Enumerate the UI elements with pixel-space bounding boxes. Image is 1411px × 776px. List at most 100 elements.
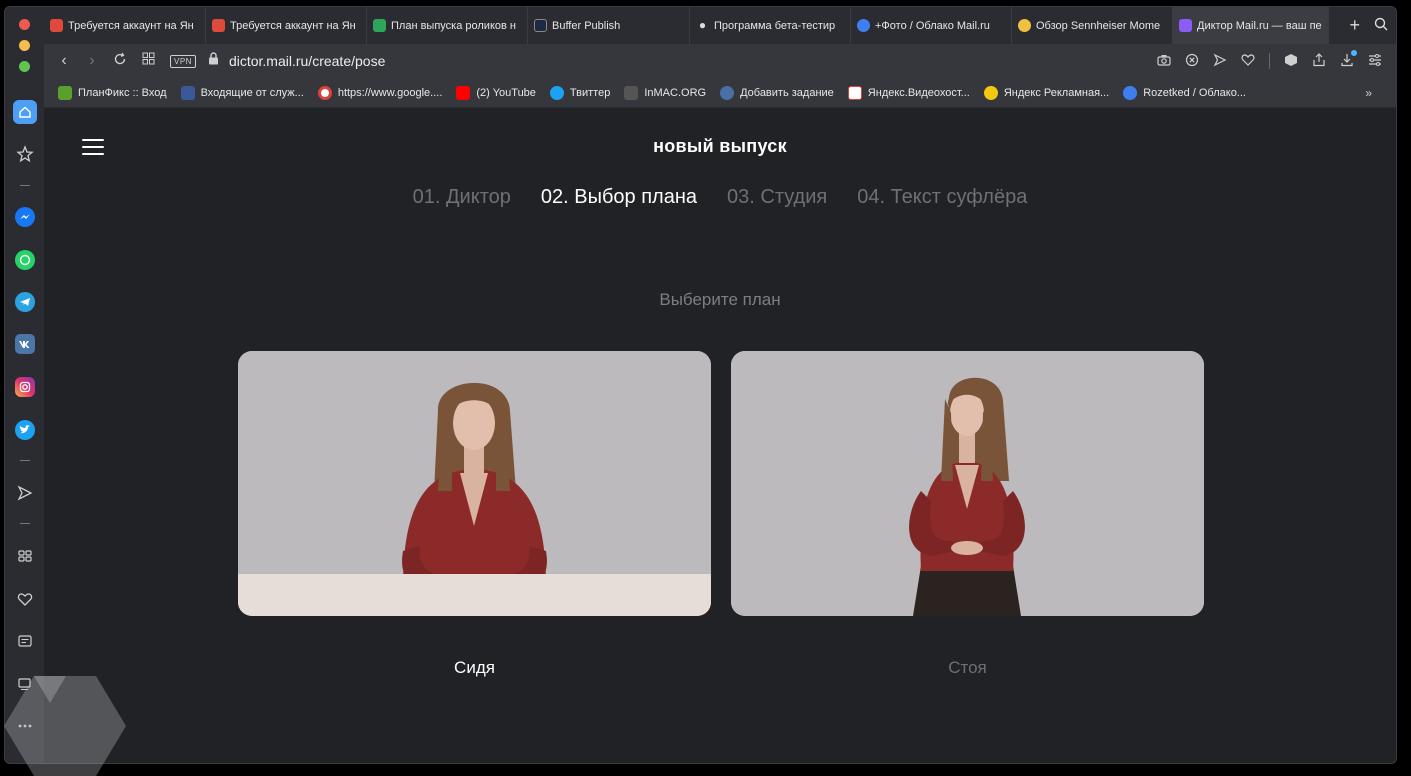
bookmark-favicon-icon: [983, 85, 998, 100]
bookmark-item[interactable]: Яндекс.Видеохост...: [847, 85, 970, 100]
youtube-icon: [456, 85, 471, 100]
bookmark-item[interactable]: InMAC.ORG: [624, 85, 707, 100]
bookmark-item[interactable]: Твиттер: [549, 85, 611, 100]
tab-favicon-icon: [1018, 19, 1031, 32]
address-divider: [1269, 53, 1270, 69]
tabs-grid-icon[interactable]: [140, 52, 156, 70]
bookmark-favicon-icon: [720, 85, 735, 100]
speed-dial-icon[interactable]: [14, 545, 36, 567]
close-window-button[interactable]: [19, 19, 30, 30]
address-actions: [1157, 44, 1382, 78]
bookmark-label: InMAC.ORG: [644, 86, 707, 99]
bookmark-label: ПланФикс :: Вход: [78, 86, 167, 99]
sidebar-divider: [20, 460, 30, 461]
whatsapp-icon[interactable]: [15, 250, 35, 270]
pose-label-standing[interactable]: Стоя: [731, 658, 1204, 678]
tab[interactable]: План выпуска роликов н: [367, 7, 528, 44]
vpn-badge[interactable]: VPN: [170, 54, 196, 68]
tab-favicon-icon: [857, 19, 870, 32]
bookmark-favicon-icon: [58, 85, 72, 100]
tab-favicon-icon: [534, 19, 547, 32]
favorite-heart-icon[interactable]: [1241, 53, 1255, 69]
reload-icon[interactable]: [112, 52, 128, 71]
tab[interactable]: Требуется аккаунт на Ян: [206, 7, 367, 44]
bookmark-favicon-icon: [1123, 85, 1138, 100]
step-speaker[interactable]: 01. Диктор: [413, 186, 511, 209]
sidebar-divider: [20, 523, 30, 524]
send-icon[interactable]: [14, 482, 36, 504]
share-icon[interactable]: [1312, 52, 1326, 70]
tab[interactable]: +Фото / Облако Mail.ru: [851, 7, 1012, 44]
heart-icon[interactable]: [14, 588, 36, 610]
bookmark-label: Яндекс.Видеохост...: [867, 86, 970, 99]
page-title: новый выпуск: [653, 136, 787, 156]
tab[interactable]: Buffer Publish: [528, 7, 690, 44]
tab-active[interactable]: Диктор Mail.ru — ваш пе: [1173, 7, 1329, 44]
news-icon[interactable]: [14, 630, 36, 652]
tab-label: Buffer Publish: [552, 19, 621, 32]
tab-favicon-icon: [1179, 19, 1192, 32]
vk-icon[interactable]: [15, 334, 35, 354]
bookmark-item[interactable]: ПланФикс :: Вход: [58, 85, 167, 100]
bookmark-label: https://www.google....: [337, 86, 443, 99]
telegram-icon[interactable]: [15, 292, 35, 312]
minimize-window-button[interactable]: [19, 40, 30, 51]
bookmark-item[interactable]: https://www.google....: [317, 85, 443, 100]
tab[interactable]: ● Программа бета-тестир: [690, 7, 851, 44]
standing-presenter-image: [731, 351, 1204, 616]
bookmark-label: (2) YouTube: [476, 86, 536, 99]
bookmark-item[interactable]: Входящие от служ...: [180, 85, 304, 100]
step-prompter[interactable]: 04. Текст суфлёра: [857, 186, 1027, 209]
choose-plan-heading: Выберите план: [659, 290, 781, 309]
maximize-window-button[interactable]: [19, 61, 30, 72]
bookmark-item[interactable]: (2) YouTube: [456, 85, 536, 100]
bookmark-item[interactable]: Яндекс Рекламная...: [983, 85, 1110, 100]
url-input[interactable]: dictor.mail.ru/create/pose: [229, 53, 385, 69]
step-plan[interactable]: 02. Выбор плана: [541, 186, 697, 209]
bookmarks-bar: ПланФикс :: Вход Входящие от служ... htt…: [44, 78, 1396, 108]
sitting-presenter-image: [238, 351, 711, 616]
wallet-cube-icon[interactable]: [1284, 53, 1298, 70]
sidebar: [5, 7, 44, 763]
bookmark-label: Яндекс Рекламная...: [1003, 86, 1110, 99]
messenger-icon[interactable]: [15, 207, 35, 227]
download-badge: [1351, 49, 1357, 56]
bookmark-favicon-icon: [317, 85, 332, 100]
pose-label-sitting[interactable]: Сидя: [238, 658, 711, 678]
tab-label: Требуется аккаунт на Ян: [68, 19, 194, 32]
steps-nav: 01. Диктор 02. Выбор плана 03. Студия 04…: [44, 186, 1396, 209]
apple-icon: ●: [698, 18, 707, 32]
hexagon-watermark-icon: [4, 676, 126, 776]
tabbar-actions: +: [1349, 7, 1388, 44]
home-icon[interactable]: [13, 100, 37, 124]
easy-setup-icon[interactable]: [1368, 53, 1382, 69]
twitter-icon[interactable]: [15, 420, 35, 440]
step-studio[interactable]: 03. Студия: [727, 186, 827, 209]
new-tab-plus-icon[interactable]: +: [1349, 15, 1360, 36]
bookmarks-overflow-icon[interactable]: »: [1365, 86, 1372, 100]
instagram-icon[interactable]: [15, 377, 35, 397]
browser-window: Требуется аккаунт на Ян Требуется аккаун…: [4, 6, 1397, 764]
pose-card-standing[interactable]: [731, 351, 1204, 616]
bookmark-item[interactable]: Rozetked / Облако...: [1123, 85, 1246, 100]
bookmark-favicon-icon: [847, 85, 862, 100]
back-chevron-icon[interactable]: ‹: [56, 52, 72, 70]
adblock-icon[interactable]: [1185, 53, 1199, 70]
tab-search-icon[interactable]: [1374, 15, 1388, 36]
forward-chevron-icon[interactable]: ›: [84, 52, 100, 70]
tab-label: +Фото / Облако Mail.ru: [875, 19, 990, 32]
twitter-bird-icon: [549, 85, 564, 100]
tab-favicon-icon: [212, 19, 225, 32]
bookmark-label: Твиттер: [569, 86, 611, 99]
pose-card-sitting[interactable]: [238, 351, 711, 616]
tab[interactable]: Требуется аккаунт на Ян: [44, 7, 206, 44]
camera-icon[interactable]: [1157, 54, 1171, 69]
tab[interactable]: Обзор Sennheiser Mome: [1012, 7, 1173, 44]
download-icon[interactable]: [1340, 49, 1357, 70]
send-page-icon[interactable]: [1213, 53, 1227, 70]
bookmark-label: Добавить задание: [740, 86, 834, 99]
bookmark-item[interactable]: Добавить задание: [720, 85, 834, 100]
bookmark-label: Rozetked / Облако...: [1143, 86, 1246, 99]
bookmarks-star-icon[interactable]: [14, 143, 36, 165]
tab-label: Обзор Sennheiser Mome: [1036, 19, 1161, 32]
